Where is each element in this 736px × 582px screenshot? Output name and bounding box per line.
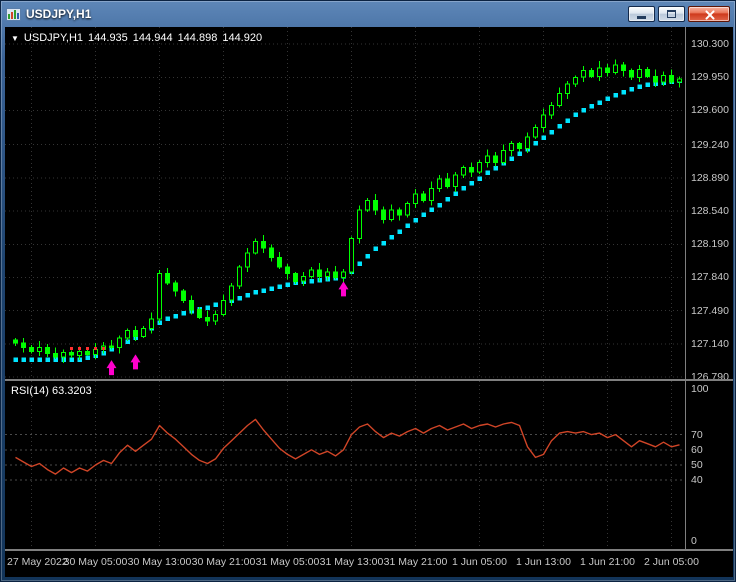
time-axis-label: 30 May 13:00	[127, 556, 192, 568]
window-title: USDJPY,H1	[26, 7, 92, 21]
quote-symbol: USDJPY,H1	[23, 32, 84, 44]
price-axis-label: 127.140	[691, 337, 729, 350]
axis-separator	[685, 27, 686, 549]
window-controls	[625, 6, 730, 22]
time-axis-label: 30 May 05:00	[63, 556, 128, 568]
price-axis-label: 129.950	[691, 71, 729, 84]
time-axis-label: 30 May 21:00	[191, 556, 256, 568]
rsi-pane[interactable]: RSI(14) 63.3203 100 70 60 50 40 0	[5, 381, 733, 549]
quote-low: 144.898	[177, 32, 218, 44]
time-axis-label: 31 May 13:00	[319, 556, 384, 568]
rsi-axis-label: 60	[691, 443, 703, 456]
chart-area: ▼ USDJPY,H1 144.935 144.944 144.898 144.…	[5, 27, 733, 577]
rsi-line-layer	[15, 418, 680, 475]
quote-open: 144.935	[88, 32, 128, 44]
close-button[interactable]	[688, 6, 730, 22]
time-axis-label: 1 Jun 21:00	[580, 556, 635, 568]
app-icon	[6, 7, 21, 21]
time-axis-label: 31 May 05:00	[255, 556, 320, 568]
rsi-axis-label: 100	[691, 383, 709, 395]
time-axis-label: 27 May 2022	[7, 556, 68, 568]
time-axis[interactable]: 27 May 2022 30 May 05:00 30 May 13:00 30 Ma…	[5, 551, 733, 577]
signal-dots-layer	[70, 347, 105, 351]
minimize-button[interactable]	[628, 6, 655, 22]
minimize-icon	[637, 16, 646, 19]
time-axis-label: 1 Jun 13:00	[516, 556, 571, 568]
price-axis-label: 129.240	[691, 138, 729, 151]
price-axis-label: 127.490	[691, 304, 729, 317]
titlebar[interactable]: USDJPY,H1	[1, 1, 735, 27]
rsi-axis-label: 70	[691, 428, 703, 441]
price-plot	[5, 27, 685, 379]
quote-line: ▼ USDJPY,H1 144.935 144.944 144.898 144.…	[11, 32, 262, 44]
quote-close: 144.920	[222, 32, 263, 44]
price-axis-label: 129.600	[691, 104, 729, 117]
rsi-axis-label: 0	[691, 535, 697, 547]
quote-high: 144.944	[132, 32, 173, 44]
rsi-axis-label: 40	[691, 474, 703, 487]
time-axis-label: 1 Jun 05:00	[452, 556, 507, 568]
time-axis-label: 2 Jun 05:00	[644, 556, 699, 568]
price-axis-label: 128.540	[691, 205, 729, 218]
rsi-plot	[5, 381, 685, 549]
price-axis-label: 128.890	[691, 171, 729, 184]
time-axis-label: 31 May 21:00	[383, 556, 448, 568]
symbol-dropdown-icon[interactable]: ▼	[11, 33, 19, 44]
rsi-label: RSI(14) 63.3203	[11, 385, 92, 397]
maximize-icon	[667, 10, 676, 18]
rsi-axis-label: 50	[691, 459, 703, 471]
close-icon	[704, 9, 715, 20]
rsi-grid-layer	[5, 381, 685, 549]
price-axis-label: 127.840	[691, 271, 729, 284]
chart-window: USDJPY,H1 ▼ USDJPY,H1 144.935 144.944 14…	[0, 0, 736, 582]
trend-dots-layer	[13, 78, 682, 362]
price-axis-label: 130.300	[691, 38, 729, 51]
maximize-button[interactable]	[658, 6, 685, 22]
price-chart-pane[interactable]: ▼ USDJPY,H1 144.935 144.944 144.898 144.…	[5, 27, 733, 383]
price-axis-label: 128.190	[691, 238, 729, 251]
